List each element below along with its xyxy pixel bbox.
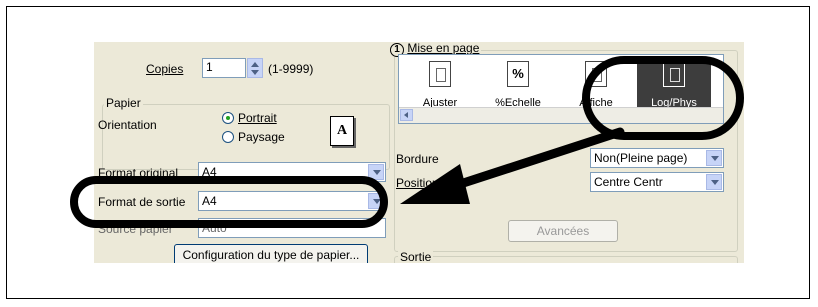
callout-arrow: [400, 127, 625, 204]
